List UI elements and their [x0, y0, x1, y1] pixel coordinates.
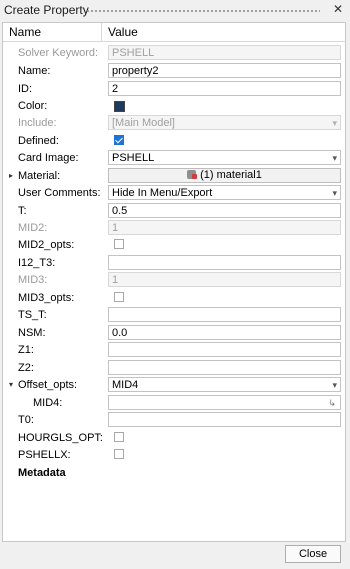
- pshellx-checkbox[interactable]: [114, 449, 124, 459]
- row-t: T: 0.5: [3, 203, 345, 220]
- column-header: Name Value: [3, 23, 345, 42]
- title-bar[interactable]: Create Property ✕: [0, 0, 350, 20]
- solver-keyword-field: PSHELL: [108, 45, 341, 60]
- row-id: ID: 2: [3, 81, 345, 98]
- offset-opts-select[interactable]: MID4 ▾: [108, 377, 341, 392]
- mid2-label: MID2:: [18, 222, 48, 234]
- include-select: [Main Model] ▾: [108, 115, 341, 130]
- z1-input[interactable]: [108, 342, 341, 357]
- column-header-value: Value: [108, 25, 138, 39]
- defined-checkbox[interactable]: [114, 135, 124, 145]
- metadata-label: Metadata: [18, 467, 66, 479]
- row-mid2: MID2: 1: [3, 220, 345, 237]
- mid3-field: 1: [108, 272, 341, 287]
- collapse-arrow-icon[interactable]: ▾: [9, 380, 13, 389]
- material-value: (1) material1: [200, 169, 262, 181]
- t0-input[interactable]: [108, 412, 341, 427]
- mid2-opts-label: MID2_opts:: [18, 239, 75, 251]
- id-label: ID:: [18, 83, 33, 95]
- row-nsm: NSM: 0.0: [3, 325, 345, 342]
- row-hourgls-opt: HOURGLS_OPT:: [3, 430, 345, 447]
- expand-arrow-icon[interactable]: ▸: [9, 171, 13, 180]
- row-card-image: Card Image: PSHELL ▾: [3, 150, 345, 167]
- row-t0: T0:: [3, 412, 345, 429]
- z2-label: Z2:: [18, 362, 34, 374]
- row-user-comments: User Comments: Hide In Menu/Export ▾: [3, 185, 345, 202]
- i12-t3-label: I12_T3:: [18, 257, 56, 269]
- i12-t3-input[interactable]: [108, 255, 341, 270]
- row-solver-keyword: Solver Keyword: PSHELL: [3, 45, 345, 62]
- row-i12-t3: I12_T3:: [3, 255, 345, 272]
- color-swatch[interactable]: [114, 101, 125, 112]
- z1-label: Z1:: [18, 344, 34, 356]
- property-table: Name Value Solver Keyword: PSHELL Name: …: [2, 22, 346, 542]
- name-input[interactable]: property2: [108, 63, 341, 78]
- close-button[interactable]: Close: [285, 545, 341, 563]
- mid4-input[interactable]: ↳: [108, 395, 341, 410]
- t0-label: T0:: [18, 414, 34, 426]
- mid3-opts-label: MID3_opts:: [18, 292, 75, 304]
- window-title: Create Property: [4, 3, 89, 17]
- card-image-select[interactable]: PSHELL ▾: [108, 150, 341, 165]
- row-ts-t: TS_T:: [3, 307, 345, 324]
- solver-keyword-label: Solver Keyword:: [18, 47, 99, 59]
- nsm-input[interactable]: 0.0: [108, 325, 341, 340]
- row-color: Color:: [3, 98, 345, 115]
- offset-opts-value: MID4: [112, 379, 139, 391]
- offset-opts-label: Offset_opts:: [18, 379, 78, 391]
- row-mid2-opts: MID2_opts:: [3, 237, 345, 254]
- mid3-label: MID3:: [18, 274, 48, 286]
- row-z2: Z2:: [3, 360, 345, 377]
- t-input[interactable]: 0.5: [108, 203, 341, 218]
- name-label: Name:: [18, 65, 51, 77]
- include-label: Include:: [18, 117, 57, 129]
- pshellx-label: PSHELLX:: [18, 449, 71, 461]
- material-icon: [187, 170, 198, 179]
- column-separator[interactable]: [101, 23, 102, 41]
- id-input[interactable]: 2: [108, 81, 341, 96]
- include-value: [Main Model]: [112, 117, 175, 129]
- row-metadata: Metadata: [3, 465, 345, 482]
- chevron-down-icon: ▾: [332, 153, 337, 163]
- row-mid4: MID4: ↳: [3, 395, 345, 412]
- card-image-value: PSHELL: [112, 152, 155, 164]
- ts-t-input[interactable]: [108, 307, 341, 322]
- z2-input[interactable]: [108, 360, 341, 375]
- row-include: Include: [Main Model] ▾: [3, 115, 345, 132]
- hourgls-opt-label: HOURGLS_OPT:: [18, 432, 103, 444]
- mid4-label: MID4:: [33, 397, 63, 409]
- row-pshellx: PSHELLX:: [3, 447, 345, 464]
- row-name: Name: property2: [3, 63, 345, 80]
- user-comments-select[interactable]: Hide In Menu/Export ▾: [108, 185, 341, 200]
- material-button[interactable]: (1) material1: [108, 168, 341, 183]
- user-comments-label: User Comments:: [18, 187, 101, 199]
- mid2-field: 1: [108, 220, 341, 235]
- hourgls-opt-checkbox[interactable]: [114, 432, 124, 442]
- user-comments-value: Hide In Menu/Export: [112, 187, 213, 199]
- column-header-name: Name: [9, 25, 42, 39]
- defined-label: Defined:: [18, 135, 59, 147]
- row-z1: Z1:: [3, 342, 345, 359]
- chevron-down-icon: ▾: [332, 188, 337, 198]
- drag-grip-handle[interactable]: [86, 9, 320, 13]
- material-label: Material:: [18, 170, 61, 182]
- nsm-label: NSM:: [18, 327, 46, 339]
- close-icon[interactable]: ✕: [331, 2, 345, 16]
- entity-selector-icon[interactable]: ↳: [328, 397, 336, 409]
- row-mid3: MID3: 1: [3, 272, 345, 289]
- chevron-down-icon: ▾: [332, 118, 337, 128]
- mid3-opts-checkbox[interactable]: [114, 292, 124, 302]
- row-defined: Defined:: [3, 133, 345, 150]
- row-offset-opts: ▾ Offset_opts: MID4 ▾: [3, 377, 345, 394]
- mid2-opts-checkbox[interactable]: [114, 239, 124, 249]
- row-mid3-opts: MID3_opts:: [3, 290, 345, 307]
- t-label: T:: [18, 205, 27, 217]
- color-label: Color:: [18, 100, 48, 112]
- ts-t-label: TS_T:: [18, 309, 47, 321]
- card-image-label: Card Image:: [18, 152, 79, 164]
- chevron-down-icon: ▾: [332, 380, 337, 390]
- row-material: ▸ Material: (1) material1: [3, 168, 345, 185]
